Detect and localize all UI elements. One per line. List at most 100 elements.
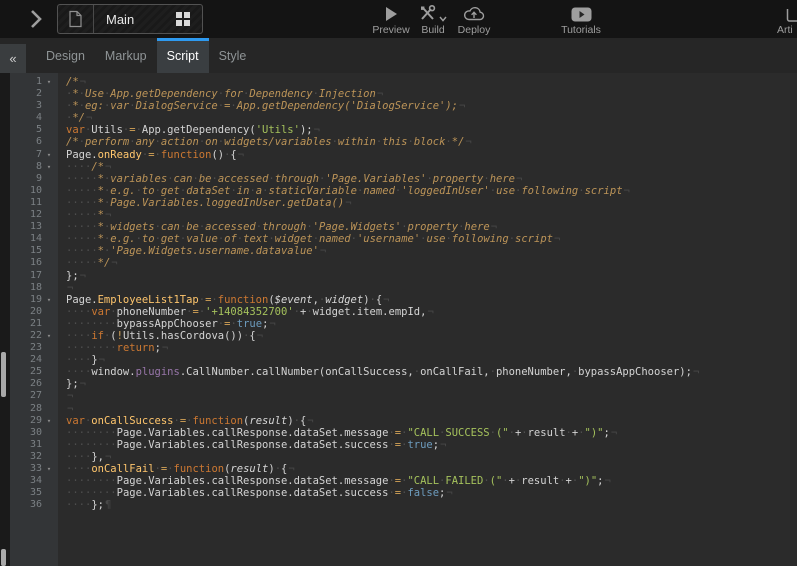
code-token: onCallFail, xyxy=(420,366,490,378)
gutter-cell: 28 xyxy=(10,403,58,415)
line-number: 3 xyxy=(10,100,42,112)
code-token: widget xyxy=(325,294,363,306)
tab-markup[interactable]: Markup xyxy=(95,38,157,73)
code-token: ")" xyxy=(585,427,604,439)
code-token: onReady xyxy=(98,149,142,161)
tab-script[interactable]: Script xyxy=(157,38,209,73)
line-number: 32 xyxy=(10,451,42,463)
end-of-line-mark: ¬ xyxy=(161,342,168,354)
code-token: to xyxy=(142,185,155,197)
fold-marker[interactable]: ▾ xyxy=(42,76,56,88)
gutter-cell: 12 xyxy=(10,209,58,221)
caret-down-icon[interactable] xyxy=(439,16,447,22)
fold-marker[interactable]: ▾ xyxy=(42,161,56,173)
deploy-label: Deploy xyxy=(458,24,491,36)
end-of-line-mark: ¬ xyxy=(610,427,617,439)
code-line: 25····window.plugins.CallNumber.callNumb… xyxy=(10,366,797,378)
code-token: in xyxy=(237,185,250,197)
gutter-cell: 14 xyxy=(10,233,58,245)
editor-tabs: Design Markup Script Style xyxy=(36,38,256,73)
code-token: script xyxy=(585,185,623,197)
code-token: Page.Variables.callResponse.dataSet.succ… xyxy=(117,439,389,451)
fold-marker[interactable]: ▾ xyxy=(42,463,56,475)
code-text: ········Page.Variables.callResponse.data… xyxy=(58,487,453,499)
code-token: function xyxy=(161,149,212,161)
code-line: 9·····*·variables·can·be·accessed·throug… xyxy=(10,173,797,185)
code-line: 20····var·phoneNumber·=·'+14084352700'·+… xyxy=(10,306,797,318)
code-text: ·*·Use·App.getDependency·for·Dependency·… xyxy=(58,88,383,100)
script-editor[interactable]: 1▾/*¬2·*·Use·App.getDependency·for·Depen… xyxy=(10,73,797,566)
code-line: 22▾····if·(!Utils.hasCordova())·{¬ xyxy=(10,330,797,342)
line-number: 31 xyxy=(10,439,42,451)
line-number: 20 xyxy=(10,306,42,318)
code-token: SUCCESS xyxy=(445,427,489,439)
code-token: if xyxy=(91,330,104,342)
gutter-cell: 26 xyxy=(10,378,58,390)
code-token: Injection xyxy=(319,88,376,100)
code-token: 'loggedInUser' xyxy=(401,185,490,197)
code-text: ·····*·variables·can·be·accessed·through… xyxy=(58,173,522,185)
code-token: /* xyxy=(66,76,79,88)
tutorials-button[interactable]: Tutorials xyxy=(552,5,610,36)
gutter-cell: 16 xyxy=(10,257,58,269)
line-number: 33 xyxy=(10,463,42,475)
code-token: named xyxy=(363,185,395,197)
code-token: can xyxy=(174,173,193,185)
gutter-cell: 34 xyxy=(10,475,58,487)
code-line: 29▾var·onCallSuccess·=·function(result)·… xyxy=(10,415,797,427)
code-line: 26};¬ xyxy=(10,378,797,390)
code-text: var·Utils·=·App.getDependency('Utils');¬ xyxy=(58,124,320,136)
preview-button[interactable]: Preview xyxy=(368,5,414,36)
build-button[interactable]: Build xyxy=(412,5,454,36)
code-token: use xyxy=(427,233,446,245)
chevron-right-icon[interactable] xyxy=(28,8,44,30)
fold-marker[interactable]: ▾ xyxy=(42,149,56,161)
cloud-upload-icon xyxy=(463,5,485,22)
code-token: phoneNumber xyxy=(117,306,187,318)
code-token: on xyxy=(205,136,218,148)
line-number: 25 xyxy=(10,366,42,378)
artifacts-button[interactable]: Arti xyxy=(777,5,797,36)
end-of-line-mark: ¬ xyxy=(319,245,326,257)
end-of-line-mark: ¬ xyxy=(79,76,86,88)
line-number: 29 xyxy=(10,415,42,427)
scrollbar-thumb[interactable] xyxy=(1,549,6,566)
gutter-cell: 22▾ xyxy=(10,330,58,342)
fold-spacer xyxy=(42,378,56,390)
fold-marker[interactable]: ▾ xyxy=(42,330,56,342)
fold-spacer xyxy=(42,354,56,366)
pages-grid-button[interactable] xyxy=(164,5,202,33)
tab-design[interactable]: Design xyxy=(36,38,95,73)
code-token: e.g. xyxy=(110,185,135,197)
page-selector[interactable]: Main xyxy=(57,4,203,34)
code-token: dataSet xyxy=(186,185,230,197)
code-token: /* xyxy=(66,136,79,148)
tab-style[interactable]: Style xyxy=(209,38,257,73)
deploy-button[interactable]: Deploy xyxy=(450,5,498,36)
code-line: 8▾····/*¬ xyxy=(10,161,797,173)
code-token: named xyxy=(319,233,351,245)
end-of-line-mark: ¬ xyxy=(66,390,73,402)
collapse-panel-button[interactable]: « xyxy=(0,44,26,73)
scrollbar-thumb[interactable] xyxy=(1,352,6,397)
code-line: 36····};¶ xyxy=(10,499,797,511)
code-text: ·····*·Page.Variables.loggedInUser.getDa… xyxy=(58,197,352,209)
fold-marker[interactable]: ▾ xyxy=(42,294,56,306)
end-of-line-mark: ¬ xyxy=(376,88,383,100)
fold-spacer xyxy=(42,475,56,487)
line-number: 23 xyxy=(10,342,42,354)
collapsed-left-panel xyxy=(0,73,10,566)
code-text: ·*·eg:·var·DialogService·=·App.getDepend… xyxy=(58,100,465,112)
code-text: ····/*¬ xyxy=(58,161,111,173)
gutter-cell: 30 xyxy=(10,427,58,439)
code-text: ········Page.Variables.callResponse.data… xyxy=(58,427,617,439)
code-token: result xyxy=(249,415,287,427)
end-of-line-mark: ¬ xyxy=(692,366,699,378)
line-number: 8 xyxy=(10,161,42,173)
fold-spacer xyxy=(42,270,56,282)
code-token: '+14084352700' xyxy=(205,306,294,318)
fold-marker[interactable]: ▾ xyxy=(42,415,56,427)
end-of-line-mark: ¬ xyxy=(104,161,111,173)
end-of-line-mark: ¬ xyxy=(344,197,351,209)
wavemaker-studio: Main Preview xyxy=(0,0,797,566)
